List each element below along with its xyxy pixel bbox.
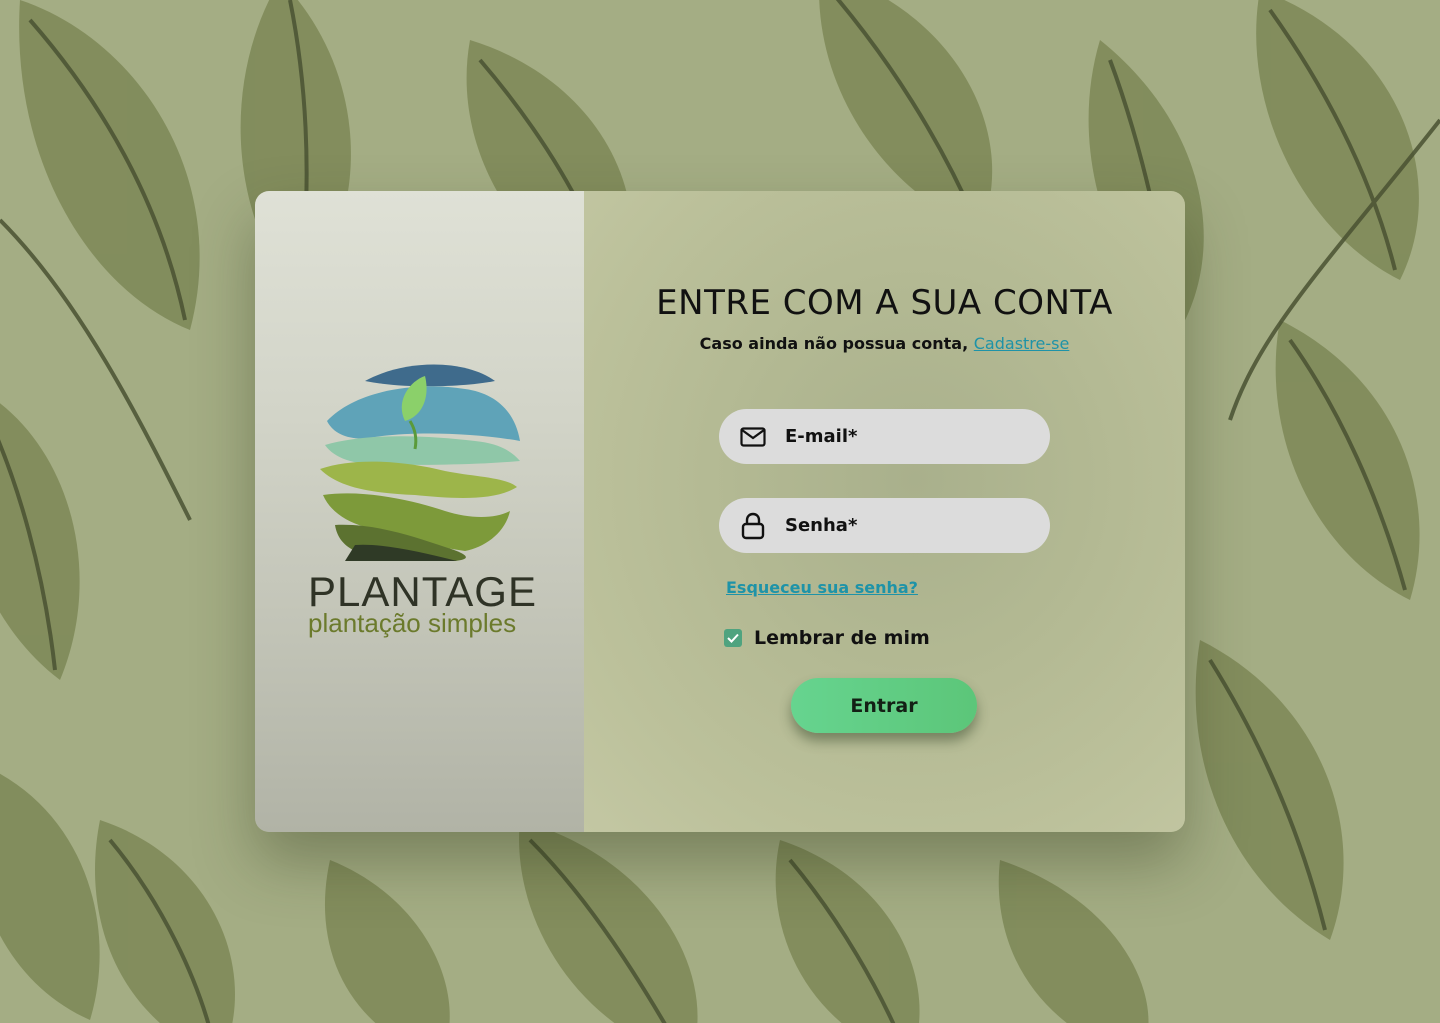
check-icon bbox=[727, 633, 739, 643]
page-title: ENTRE COM A SUA CONTA bbox=[656, 283, 1113, 323]
landscape-logo-icon bbox=[320, 364, 520, 584]
login-form-panel: ENTRE COM A SUA CONTA Caso ainda não pos… bbox=[584, 191, 1185, 832]
lock-icon bbox=[739, 512, 767, 540]
forgot-password-link[interactable]: Esqueceu sua senha? bbox=[726, 578, 918, 597]
login-button[interactable]: Entrar bbox=[791, 678, 977, 733]
brand-panel: PLANTAGE plantação simples bbox=[255, 191, 584, 832]
signup-prompt-text: Caso ainda não possua conta, bbox=[699, 334, 969, 353]
email-field[interactable] bbox=[719, 409, 1050, 464]
signup-link[interactable]: Cadastre-se bbox=[974, 334, 1070, 353]
password-field[interactable] bbox=[719, 498, 1050, 553]
signup-prompt: Caso ainda não possua conta, Cadastre-se bbox=[584, 334, 1185, 353]
remember-me[interactable]: Lembrar de mim bbox=[724, 627, 930, 649]
email-input[interactable] bbox=[783, 425, 1027, 448]
brand-name: PLANTAGE bbox=[308, 568, 537, 615]
password-input[interactable] bbox=[783, 514, 1027, 537]
remember-checkbox[interactable] bbox=[724, 629, 742, 647]
mail-icon bbox=[739, 423, 767, 451]
login-card: PLANTAGE plantação simples ENTRE COM A S… bbox=[255, 191, 1185, 832]
brand-tagline: plantação simples bbox=[308, 608, 517, 638]
remember-label: Lembrar de mim bbox=[754, 627, 930, 649]
